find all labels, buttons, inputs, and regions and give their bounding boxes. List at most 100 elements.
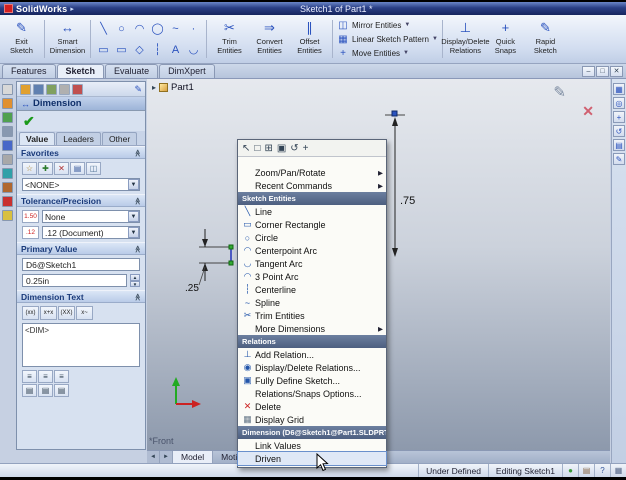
menu-line[interactable]: ╲ Line [238,205,386,218]
menu-display-grid[interactable]: ▦ Display Grid [238,413,386,426]
favorites-dropdown[interactable]: <NONE> ▼ [22,178,140,191]
tolerance-dropdown[interactable]: None ▼ [42,210,140,223]
tab-features[interactable]: Features [2,64,56,78]
tab-scroll-end-icon[interactable]: ► [160,451,173,463]
rotate-view-icon[interactable]: ↺ [290,143,298,154]
expand-icon[interactable]: ▸ [152,83,156,92]
dim-symbol-icon[interactable]: x~ [76,306,93,320]
model-tab-model[interactable]: Model [173,451,214,463]
left-tool-1-icon[interactable] [2,84,13,95]
select-icon[interactable]: ↖ [242,143,250,154]
menu-delete[interactable]: ✕ Delete [238,400,386,413]
left-tool-10-icon[interactable] [2,210,13,221]
close-button[interactable]: ✕ [610,65,623,77]
favorite-add-icon[interactable]: ☆ [22,162,37,175]
menu-add-relation[interactable]: ⊥ Add Relation... [238,348,386,361]
left-tool-6-icon[interactable] [2,154,13,165]
dim-paren-icon[interactable]: (xx) [22,306,39,320]
rectangle-icon[interactable]: ▭ [95,40,112,60]
left-tool-4-icon[interactable] [2,126,13,137]
left-tool-9-icon[interactable] [2,196,13,207]
sketch-point[interactable] [391,110,398,117]
favorite-delete-icon[interactable]: ✕ [54,162,69,175]
smart-dimension-button[interactable]: ↔ Smart Dimension [49,17,86,61]
tab-sketch[interactable]: Sketch [56,64,105,78]
panel-tab-leaders[interactable]: Leaders [56,132,101,145]
dimension-value-field[interactable]: 0.25in [22,274,127,287]
menu-expand-icon[interactable]: ▸ [70,5,74,13]
menu-centerline[interactable]: ┆ Centerline [238,283,386,296]
status-sketch-icon[interactable]: ● [562,464,578,477]
centerline-icon[interactable]: ┆ [149,40,166,60]
left-tool-5-icon[interactable] [2,140,13,151]
confirm-exit-sketch-icon[interactable]: ✎ [553,83,566,101]
restore-button[interactable]: □ [596,65,609,77]
left-tool-3-icon[interactable] [2,112,13,123]
panel-tool-2-icon[interactable] [33,83,44,95]
justify-bottom-icon[interactable]: ▤ [54,384,69,397]
panel-tab-other[interactable]: Other [101,132,138,145]
rapid-sketch-button[interactable]: ✎ Rapid Sketch [527,17,564,61]
quick-snaps-button[interactable]: + Quick Snaps [487,17,524,61]
zoom-fit-icon[interactable]: ▣ [277,143,286,154]
favorites-section-header[interactable]: Favorites ≪ [17,146,145,159]
move-entities-button[interactable]: + Move Entities ▼ [337,48,438,59]
sketch-origin[interactable] [172,377,201,408]
status-units-icon[interactable]: ▤ [578,464,594,477]
ok-button[interactable]: ✔ [23,113,35,130]
precision-dropdown[interactable]: .12 (Document) ▼ [42,226,140,239]
dimension-text-section-header[interactable]: Dimension Text ≪ [17,290,145,303]
left-tool-8-icon[interactable] [2,182,13,193]
view-grid-icon[interactable]: ▦ [613,83,625,95]
menu-driven[interactable]: Driven [237,451,387,466]
menu-spline[interactable]: ~ Spline [238,296,386,309]
menu-relations-snaps-options[interactable]: Relations/Snaps Options... [238,387,386,400]
tab-scroll-start-icon[interactable]: ◄ [147,451,160,463]
menu-zoom-pan-rotate[interactable]: Zoom/Pan/Rotate ▶ [238,166,386,179]
menu-tangent-arc[interactable]: ◡ Tangent Arc [238,257,386,270]
justify-top-icon[interactable]: ▤ [22,384,37,397]
line-icon[interactable]: ╲ [95,19,112,39]
spline-icon[interactable]: ~ [167,19,184,39]
pan-icon[interactable]: + [303,143,309,154]
favorite-update-icon[interactable]: ✚ [38,162,53,175]
status-help-icon[interactable]: ? [594,464,610,477]
menu-circle[interactable]: ○ Circle [238,231,386,244]
slot-icon[interactable]: ▭ [113,40,130,60]
minimize-button[interactable]: – [582,65,595,77]
panel-tool-4-icon[interactable] [59,83,70,95]
circle-icon[interactable]: ○ [113,19,130,39]
decrement-arrow-icon[interactable]: ▼ [130,280,140,287]
dimension-text-field[interactable]: <DIM> [22,323,140,367]
tab-evaluate[interactable]: Evaluate [105,64,159,78]
convert-entities-button[interactable]: ⇒ Convert Entities [251,17,288,61]
panel-tool-5-icon[interactable] [72,83,83,95]
box-select-icon[interactable]: □ [254,143,260,154]
pin-icon[interactable]: ✎ [134,84,142,95]
justify-middle-icon[interactable]: ▤ [38,384,53,397]
menu-more-dimensions[interactable]: More Dimensions ▶ [238,322,386,335]
favorite-save-icon[interactable]: ▤ [70,162,85,175]
menu-link-values[interactable]: Link Values [238,439,386,452]
menu-fully-define-sketch[interactable]: ▣ Fully Define Sketch... [238,374,386,387]
menu-corner-rectangle[interactable]: ▭ Corner Rectangle [238,218,386,231]
mirror-entities-button[interactable]: ◫ Mirror Entities ▼ [337,20,438,31]
dimension-name-field[interactable]: D6@Sketch1 [22,258,140,271]
chevron-down-icon[interactable]: ▼ [128,179,139,190]
dimension-value-25[interactable]: .25 [185,283,199,294]
panel-tool-1-icon[interactable] [20,83,31,95]
dimension-value-75[interactable]: .75 [400,195,415,207]
primary-value-section-header[interactable]: Primary Value ≪ [17,242,145,255]
annotation-icon[interactable]: ✎ [613,153,625,165]
menu-display-delete-relations[interactable]: ◉ Display/Delete Relations... [238,361,386,374]
chevron-down-icon[interactable]: ▼ [128,211,139,222]
align-right-icon[interactable]: ≡ [54,370,69,383]
status-grid-icon[interactable]: ▦ [610,464,626,477]
left-tool-7-icon[interactable] [2,168,13,179]
menu-centerpoint-arc[interactable]: ◠ Centerpoint Arc [238,244,386,257]
trim-entities-button[interactable]: ✂ Trim Entities [211,17,248,61]
chevron-down-icon[interactable]: ▼ [128,227,139,238]
tab-dimxpert[interactable]: DimXpert [159,64,215,78]
zoom-icon[interactable]: ◎ [613,97,625,109]
tolerance-section-header[interactable]: Tolerance/Precision ≪ [17,194,145,207]
